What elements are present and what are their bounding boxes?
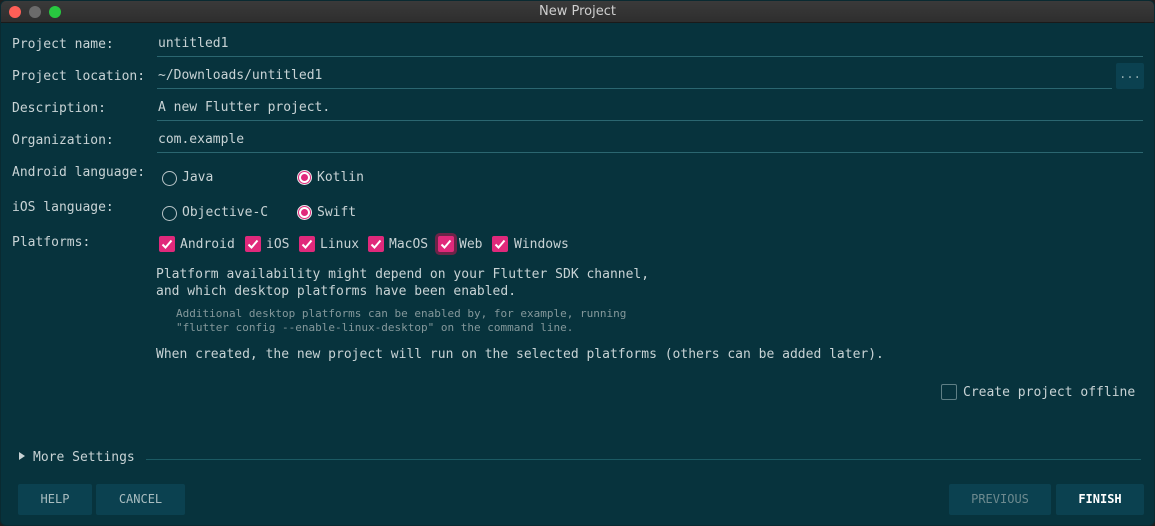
- window-title: New Project: [539, 4, 616, 19]
- checkbox-windows-label: Windows: [514, 237, 569, 252]
- project-name-input[interactable]: untitled1: [157, 33, 1143, 57]
- checkmark-icon: [161, 239, 173, 249]
- cancel-button[interactable]: CANCEL: [96, 484, 185, 515]
- new-project-dialog: New Project Project name: untitled1 Proj…: [0, 0, 1155, 526]
- more-settings-divider: [146, 459, 1141, 460]
- radio-swift-label: Swift: [317, 205, 357, 220]
- more-settings-toggle[interactable]: More Settings: [19, 450, 135, 465]
- checkbox-web-label: Web: [459, 237, 483, 252]
- previous-button[interactable]: PREVIOUS: [949, 484, 1051, 515]
- checkmark-icon: [301, 239, 313, 249]
- title-bar: New Project: [1, 1, 1154, 23]
- created-note: When created, the new project will run o…: [156, 347, 884, 362]
- checkbox-ios[interactable]: [245, 236, 261, 252]
- checkbox-android[interactable]: [159, 236, 175, 252]
- finish-button[interactable]: FINISH: [1056, 484, 1144, 515]
- more-settings-label: More Settings: [33, 450, 135, 465]
- description-input[interactable]: A new Flutter project.: [157, 97, 1143, 121]
- radio-java-label: Java: [182, 170, 214, 185]
- checkbox-macos[interactable]: [368, 236, 384, 252]
- checkbox-linux[interactable]: [299, 236, 315, 252]
- availability-note-line-2: and which desktop platforms have been en…: [156, 284, 517, 299]
- checkbox-windows[interactable]: [492, 236, 508, 252]
- create-offline-label: Create project offline: [963, 385, 1136, 400]
- project-name-label: Project name:: [12, 37, 114, 52]
- radio-kotlin[interactable]: [297, 170, 312, 185]
- checkmark-icon: [440, 239, 452, 249]
- checkbox-macos-label: MacOS: [389, 237, 429, 252]
- radio-kotlin-label: Kotlin: [317, 170, 364, 185]
- checkmark-icon: [247, 239, 259, 249]
- checkbox-ios-label: iOS: [266, 237, 290, 252]
- radio-objective-c-label: Objective-C: [182, 205, 269, 220]
- organization-label: Organization:: [12, 133, 114, 148]
- additional-note-line-1: Additional desktop platforms can be enab…: [176, 307, 627, 320]
- checkbox-web[interactable]: [438, 236, 454, 252]
- radio-objective-c[interactable]: [162, 206, 177, 221]
- ios-language-label: iOS language:: [12, 200, 114, 215]
- organization-input[interactable]: com.example: [157, 129, 1143, 153]
- expand-arrow-icon: [19, 452, 25, 460]
- platforms-label: Platforms:: [12, 235, 91, 250]
- radio-swift[interactable]: [297, 205, 312, 220]
- project-location-input[interactable]: ~/Downloads/untitled1: [157, 65, 1112, 89]
- additional-note-line-2: "flutter config --enable-linux-desktop" …: [176, 321, 574, 334]
- radio-java[interactable]: [162, 171, 177, 186]
- browse-location-button[interactable]: ...: [1116, 63, 1144, 89]
- help-button[interactable]: HELP: [18, 484, 92, 515]
- create-offline-checkbox[interactable]: [941, 384, 957, 400]
- project-location-label: Project location:: [12, 69, 146, 84]
- checkbox-linux-label: Linux: [320, 237, 360, 252]
- description-label: Description:: [12, 101, 106, 116]
- checkmark-icon: [370, 239, 382, 249]
- checkbox-android-label: Android: [180, 237, 235, 252]
- availability-note-line-1: Platform availability might depend on yo…: [156, 267, 650, 282]
- android-language-label: Android language:: [12, 165, 146, 180]
- checkmark-icon: [494, 239, 506, 249]
